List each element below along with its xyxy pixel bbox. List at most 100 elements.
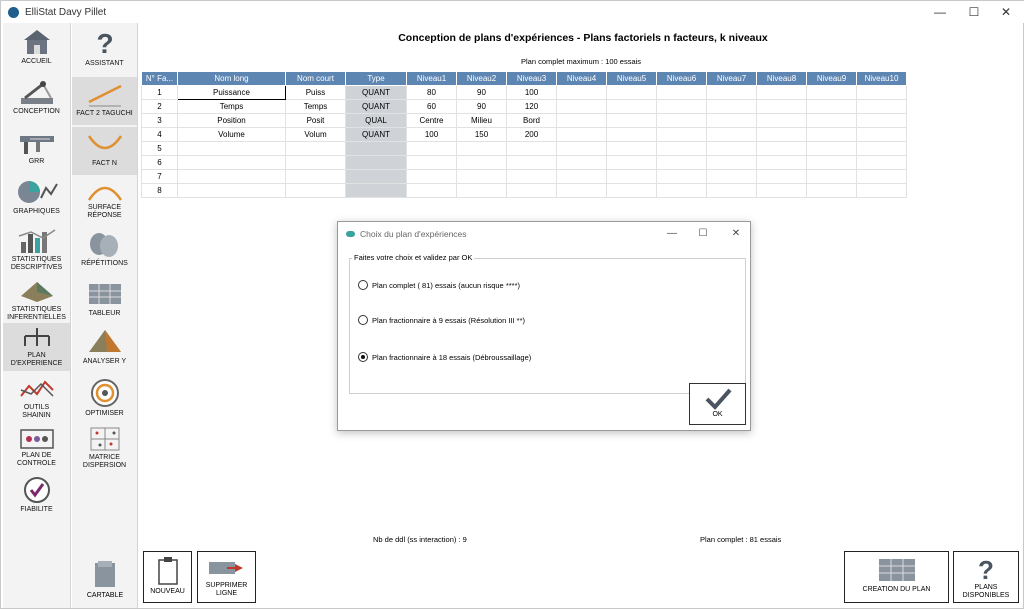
table-cell[interactable]: [506, 183, 557, 198]
table-cell[interactable]: Volume: [177, 127, 286, 142]
table-cell[interactable]: [606, 183, 657, 198]
table-cell[interactable]: [285, 183, 346, 198]
radio-button[interactable]: [358, 315, 368, 325]
sidebar-item-optimiser[interactable]: OPTIMISER: [72, 375, 137, 423]
table-cell[interactable]: Bord: [506, 113, 557, 128]
table-cell[interactable]: 100: [506, 85, 557, 100]
table-cell[interactable]: [656, 169, 707, 184]
table-cell[interactable]: Puiss: [285, 85, 346, 100]
dialog-close-button[interactable]: ✕: [726, 226, 746, 242]
sidebar-item-fact-2-taguchi[interactable]: FACT 2 TAGUCHI: [72, 77, 137, 125]
table-cell[interactable]: Centre: [406, 113, 457, 128]
table-cell[interactable]: [706, 183, 757, 198]
table-cell[interactable]: Temps: [285, 99, 346, 114]
table-cell[interactable]: [177, 155, 286, 170]
table-cell[interactable]: [177, 183, 286, 198]
table-cell[interactable]: [856, 155, 907, 170]
table-cell[interactable]: [556, 99, 607, 114]
column-header[interactable]: Niveau2: [456, 71, 507, 86]
table-cell[interactable]: [606, 141, 657, 156]
table-cell[interactable]: [606, 127, 657, 142]
table-cell[interactable]: 100: [406, 127, 457, 142]
ok-button[interactable]: OK: [689, 383, 746, 425]
table-cell[interactable]: [406, 169, 457, 184]
column-header[interactable]: Type: [345, 71, 407, 86]
radio-button[interactable]: [358, 280, 368, 290]
plans-disponibles-button[interactable]: ? PLANS DISPONIBLES: [953, 551, 1019, 603]
table-cell[interactable]: QUANT: [345, 99, 407, 114]
supprimer-ligne-button[interactable]: SUPPRIMER LIGNE: [197, 551, 256, 603]
table-cell[interactable]: Volum: [285, 127, 346, 142]
table-cell[interactable]: [706, 113, 757, 128]
table-cell[interactable]: [706, 127, 757, 142]
table-cell[interactable]: [856, 85, 907, 100]
table-cell[interactable]: [756, 85, 807, 100]
table-cell[interactable]: [606, 155, 657, 170]
table-cell[interactable]: [456, 169, 507, 184]
table-cell[interactable]: [456, 183, 507, 198]
column-header[interactable]: N° Fa...: [141, 71, 178, 86]
sidebar-item-fiabilite[interactable]: FIABILITE: [3, 473, 70, 521]
table-cell[interactable]: Posit: [285, 113, 346, 128]
table-cell[interactable]: Temps: [177, 99, 286, 114]
table-cell[interactable]: [856, 99, 907, 114]
table-cell[interactable]: [556, 141, 607, 156]
table-cell[interactable]: [756, 141, 807, 156]
table-cell[interactable]: [706, 85, 757, 100]
sidebar-item-matrice-dispersion[interactable]: MATRICE DISPERSION: [72, 423, 137, 473]
radio-button[interactable]: [358, 352, 368, 362]
table-cell[interactable]: [406, 183, 457, 198]
table-cell[interactable]: [406, 155, 457, 170]
column-header[interactable]: Niveau5: [606, 71, 657, 86]
table-cell[interactable]: [656, 155, 707, 170]
column-header[interactable]: Niveau3: [506, 71, 557, 86]
table-cell[interactable]: [556, 85, 607, 100]
column-header[interactable]: Niveau6: [656, 71, 707, 86]
sidebar-item-tableur[interactable]: TABLEUR: [72, 277, 137, 325]
table-cell[interactable]: [406, 141, 457, 156]
sidebar-item-grr[interactable]: GRR: [3, 125, 70, 173]
table-cell[interactable]: [285, 169, 346, 184]
sidebar-item-statistiques-descriptives[interactable]: STATISTIQUES DESCRIPTIVES: [3, 225, 70, 273]
sidebar-item-outils-shainin[interactable]: OUTILS SHAININ: [3, 373, 70, 421]
table-cell[interactable]: [556, 183, 607, 198]
table-cell[interactable]: [456, 155, 507, 170]
column-header[interactable]: Niveau9: [806, 71, 857, 86]
table-cell[interactable]: [656, 99, 707, 114]
table-cell[interactable]: [556, 155, 607, 170]
table-cell[interactable]: [656, 85, 707, 100]
table-cell[interactable]: Milieu: [456, 113, 507, 128]
table-cell[interactable]: [806, 113, 857, 128]
table-cell[interactable]: [706, 141, 757, 156]
table-cell[interactable]: [806, 85, 857, 100]
table-cell[interactable]: [456, 141, 507, 156]
table-cell[interactable]: [345, 169, 407, 184]
table-cell[interactable]: [806, 99, 857, 114]
sidebar-item-repetitions[interactable]: RÉPÉTITIONS: [72, 227, 137, 275]
sidebar-item-conception[interactable]: CONCEPTION: [3, 75, 70, 123]
table-cell[interactable]: [345, 141, 407, 156]
table-cell[interactable]: [706, 169, 757, 184]
close-button[interactable]: ✕: [989, 1, 1023, 23]
table-cell[interactable]: [856, 127, 907, 142]
table-cell[interactable]: [656, 113, 707, 128]
table-cell[interactable]: [656, 183, 707, 198]
table-cell[interactable]: 80: [406, 85, 457, 100]
column-header[interactable]: Nom court: [285, 71, 346, 86]
table-cell[interactable]: [506, 141, 557, 156]
table-cell[interactable]: [285, 155, 346, 170]
sidebar-item-graphiques[interactable]: GRAPHIQUES: [3, 175, 70, 223]
table-cell[interactable]: [606, 113, 657, 128]
table-cell[interactable]: [856, 183, 907, 198]
table-cell[interactable]: [345, 183, 407, 198]
table-cell[interactable]: 150: [456, 127, 507, 142]
table-cell[interactable]: [756, 155, 807, 170]
table-cell[interactable]: [756, 169, 807, 184]
sidebar-item-fact-n[interactable]: FACT N: [72, 127, 137, 175]
sidebar-item-plan-experience[interactable]: PLAN D'EXPERIENCE: [3, 323, 70, 371]
table-cell[interactable]: [806, 141, 857, 156]
table-cell[interactable]: [606, 85, 657, 100]
table-cell[interactable]: [806, 169, 857, 184]
sidebar-item-plan-de-controle[interactable]: PLAN DE CONTROLE: [3, 423, 70, 471]
table-cell[interactable]: [806, 183, 857, 198]
